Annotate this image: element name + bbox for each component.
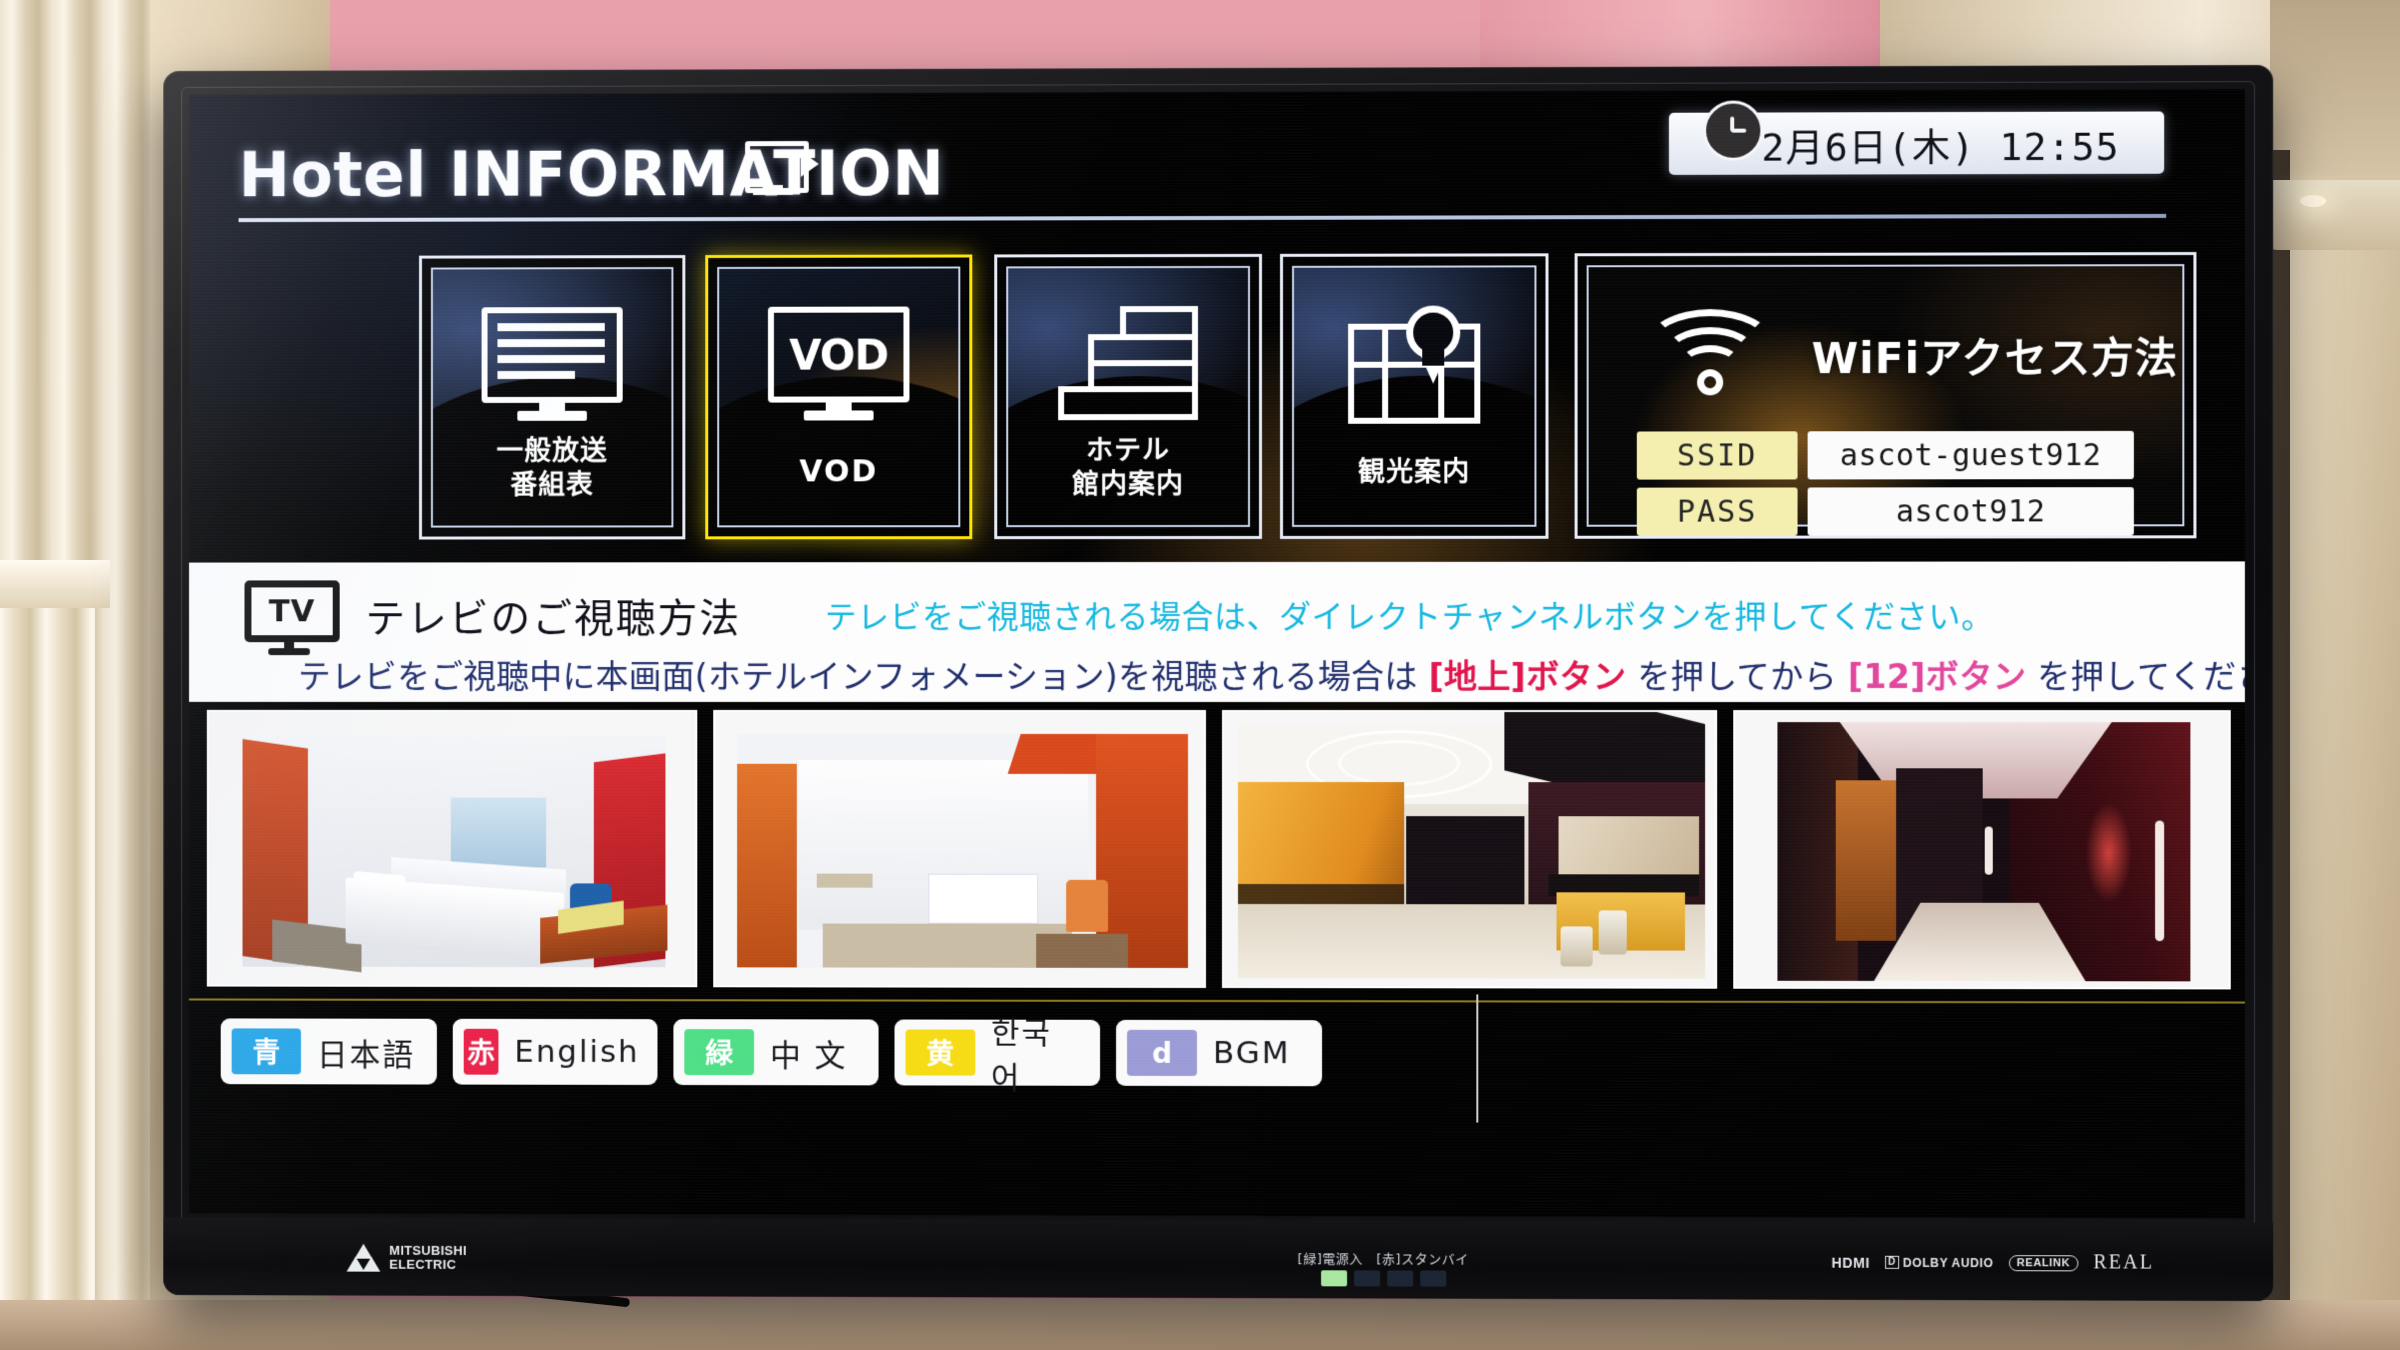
color-chip-red: 赤 [463,1028,499,1075]
language-button-chinese[interactable]: 緑 中 文 [673,1019,879,1086]
screen-content: Hotel INFORMATION 2月6日(木) 12:55 一般放送 番組表… [189,89,2245,1219]
floor [0,1300,2400,1350]
tile-label: 観光案内 [1358,457,1471,489]
tile-sightseeing[interactable]: 観光案内 [1280,253,1549,539]
wall-shelf [0,560,110,608]
info-band-instruction: テレビをご視聴中に本画面(ホテルインフォメーション)を視聴される場合は [地上]… [298,650,2245,698]
tv-badge-text: TV [268,593,316,630]
dolby-label: DOLBY AUDIO [1902,1255,1994,1270]
language-label: English [514,1033,640,1070]
realink-badge: REALINK [2008,1254,2079,1271]
tv-screen: Hotel INFORMATION 2月6日(木) 12:55 一般放送 番組表… [189,89,2245,1219]
page-title: Hotel INFORMATION [238,136,945,212]
instruction-part-4: [12]ボタン [1847,656,2027,697]
photo-elevator-corridor [1733,710,2231,990]
tv-monitor-play-icon [745,141,819,196]
vod-monitor-icon: VOD [767,306,910,425]
power-indicator-label: [緑]電源入 [赤]スタンバイ [1297,1252,1469,1268]
language-button-japanese[interactable]: 青 日本語 [220,1018,437,1085]
tile-vod[interactable]: VOD VOD [705,254,973,540]
tile-label-line1: 一般放送 [496,435,608,467]
wifi-ssid-value: ascot-guest912 [1807,430,2134,480]
brand-line-2: ELECTRIC [389,1256,457,1272]
photo-guest-room-entry [713,709,1207,988]
language-button-korean[interactable]: 黄 한국어 [894,1016,1101,1097]
power-leds [1288,1270,1478,1287]
vertical-separator [1476,994,1479,1123]
led-3 [1386,1270,1413,1287]
instruction-part-5: を押してください。 [2037,656,2245,697]
wifi-panel: WiFiアクセス方法 SSID ascot-guest912 PASS asco… [1574,252,2197,539]
tv-badge-icon: TV [244,580,340,656]
bottom-divider [189,998,2245,1004]
tv-program-list-icon [481,307,623,425]
info-band-cyan-note: テレビをご視聴される場合は、ダイレクトチャンネルボタンを押してください。 [824,597,1994,637]
color-chip-yellow: 黄 [905,1029,976,1076]
ceiling-lamp [2300,195,2326,207]
instruction-part-2: [地上]ボタン [1428,656,1627,697]
photo-strip [189,709,2245,990]
language-label: BGM [1213,1035,1291,1072]
color-chip-green: 緑 [684,1029,755,1076]
television: Hotel INFORMATION 2月6日(木) 12:55 一般放送 番組表… [163,64,2274,1302]
wifi-title: WiFiアクセス方法 [1811,333,2179,384]
language-bar: 青 日本語 赤 English 緑 中 文 黄 한국어 d BGM [189,1010,2245,1124]
instruction-part-3: を押してから [1626,656,1848,697]
language-label: 한국어 [990,1015,1052,1097]
mitsubishi-wordmark: MITSUBISHI ELECTRIC [389,1243,467,1272]
tile-label: ホテル 館内案内 [1008,434,1248,503]
mitsubishi-diamond-icon [346,1243,381,1272]
led-4 [1419,1270,1446,1287]
vod-icon-text: VOD [789,330,889,380]
color-chip-blue: 青 [231,1028,301,1075]
tv-feature-badges: HDMI D DOLBY AUDIO REALINK REAL [1831,1251,2154,1275]
language-button-english[interactable]: 赤 English [452,1018,658,1085]
tile-label: 一般放送 番組表 [433,435,671,504]
tile-hotel-guide[interactable]: ホテル 館内案内 [994,253,1263,540]
language-button-bgm[interactable]: d BGM [1116,1019,1323,1087]
power-indicator: [緑]電源入 [赤]スタンバイ [1288,1248,1478,1287]
photo-lobby-reception [1221,710,1718,989]
tile-label: VOD [799,453,879,489]
language-label: 中 文 [769,1037,848,1074]
map-pin-icon [1348,305,1481,424]
clock-icon [1703,100,1764,161]
curtain-lower [0,560,95,1350]
color-chip-d: d [1127,1029,1198,1076]
mitsubishi-electric-logo: MITSUBISHI ELECTRIC [346,1243,467,1272]
info-band-heading: テレビのご視聴方法 [365,596,742,643]
tv-viewing-info-band: TV テレビのご視聴方法 テレビをご視聴される場合は、ダイレクトチャンネルボタン… [189,561,2245,703]
wifi-ssid-label: SSID [1636,431,1798,480]
tile-label-line2: 館内案内 [1072,469,1185,501]
led-2 [1353,1270,1380,1287]
building-icon [1058,306,1199,422]
wifi-pass-value: ascot912 [1807,487,2134,536]
wifi-icon [1646,307,1774,403]
hdmi-badge: HDMI [1831,1254,1870,1271]
tile-label-line1: ホテル [1086,434,1171,467]
photo-guest-room-twin [206,709,698,988]
tv-bottom-bezel: MITSUBISHI ELECTRIC [緑]電源入 [赤]スタンバイ HDMI… [163,1217,2274,1302]
header: Hotel INFORMATION 2月6日(木) 12:55 [189,89,2245,244]
language-label: 日本語 [316,1037,416,1074]
led-power-on [1320,1270,1347,1287]
tile-label-line2: 番組表 [510,470,594,502]
instruction-part-1: テレビをご視聴中に本画面(ホテルインフォメーション)を視聴される場合は [298,656,1429,697]
dolby-audio-badge: D DOLBY AUDIO [1884,1255,1994,1270]
tile-broadcast-schedule[interactable]: 一般放送 番組表 [419,255,686,540]
wifi-pass-label: PASS [1636,487,1798,536]
real-badge: REAL [2093,1251,2155,1274]
title-underline [238,213,2167,223]
